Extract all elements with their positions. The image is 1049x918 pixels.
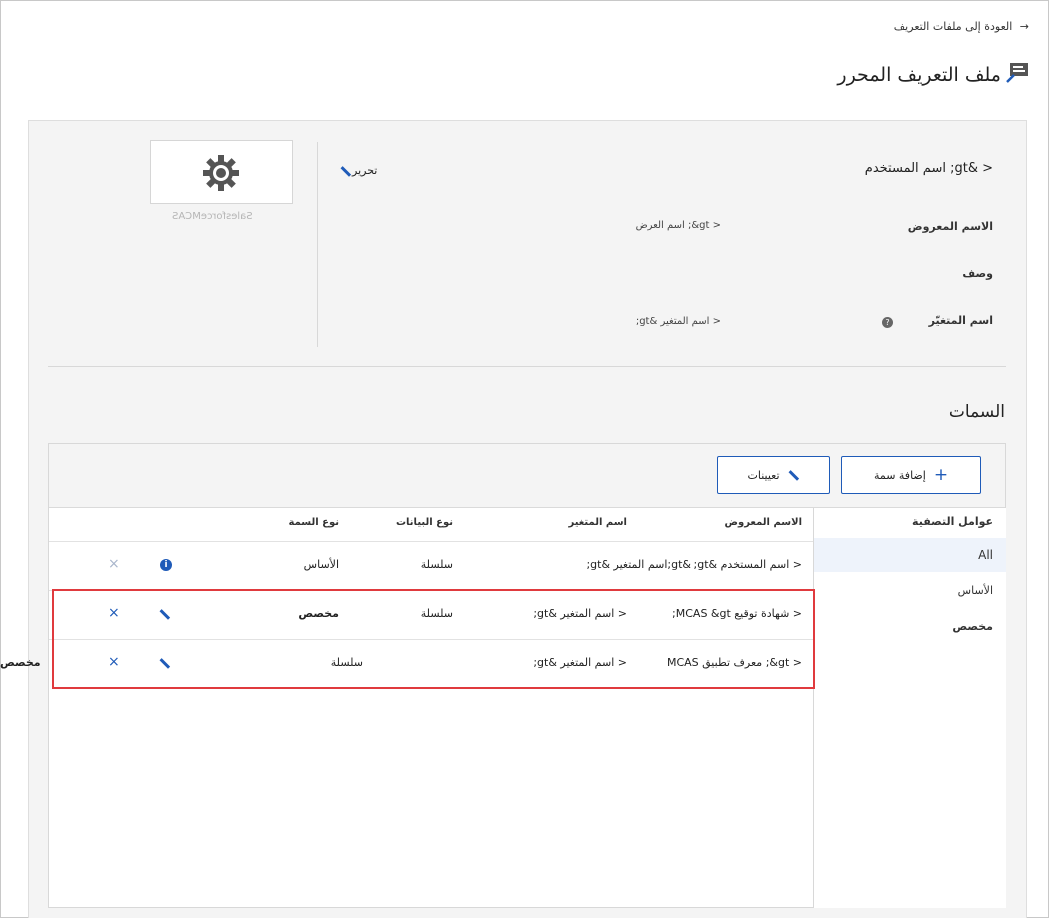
row1-attribute-type: الأساس <box>303 558 339 571</box>
attributes-section-title: السمات <box>948 402 1005 422</box>
page-title: ملف التعريف المحرر <box>837 64 1001 86</box>
custom-rows-highlight <box>52 589 815 689</box>
field-value-display-name: < gt&; اسم العرض <box>635 220 721 231</box>
overflow-label: مخصص <box>0 656 41 669</box>
detail-title: < &gt; اسم المستخدم <box>864 161 993 176</box>
gear-icon <box>203 155 239 191</box>
assignments-button[interactable]: تعيينات <box>717 456 830 494</box>
row1-variable-name: &gt;اسم المتغير &gt; <box>586 558 691 571</box>
filter-item-all[interactable]: All <box>978 548 993 562</box>
filter-item-base[interactable]: الأساس <box>958 584 993 597</box>
app-name-label: SalesforceMCAS <box>172 211 253 222</box>
back-arrow-icon: → <box>1019 20 1029 33</box>
profile-card-icon <box>1006 63 1028 83</box>
field-label-variable-name: اسم المتغيّر <box>928 314 993 327</box>
add-icon: + <box>933 465 949 485</box>
back-link-label: العودة إلى ملفات التعريف <box>893 20 1013 33</box>
add-attribute-label: إضافة سمة <box>873 468 926 482</box>
row-divider <box>49 541 813 542</box>
pencil-icon <box>788 469 799 481</box>
row1-data-type: سلسلة <box>420 558 453 571</box>
row1-delete-icon[interactable]: × <box>108 556 120 572</box>
assignments-label: تعيينات <box>747 468 780 482</box>
horizontal-divider <box>48 366 1006 367</box>
column-header-display-name: الاسم المعروض <box>724 517 802 528</box>
column-header-variable-name: اسم المتغير <box>568 517 627 528</box>
column-header-attribute-type: نوع السمة <box>288 517 339 528</box>
info-icon[interactable]: i <box>160 559 172 571</box>
vertical-divider <box>317 142 318 347</box>
filters-title: عوامل التصفية <box>912 515 993 528</box>
back-to-profiles-link[interactable]: → العودة إلى ملفات التعريف <box>894 20 1029 33</box>
edit-label: تحرير <box>352 164 378 177</box>
field-label-display-name: الاسم المعروض <box>907 220 993 233</box>
help-icon[interactable]: ? <box>882 317 893 328</box>
filter-item-custom[interactable]: مخصص <box>952 620 993 633</box>
row1-display-name: < اسم المستخدم &gt; <box>693 558 802 571</box>
add-attribute-button[interactable]: + إضافة سمة <box>841 456 981 494</box>
field-label-description: وصف <box>962 267 993 280</box>
edit-button[interactable]: تحرير <box>340 164 378 177</box>
field-value-variable-name: < اسم المتغير &gt; <box>635 316 721 327</box>
column-header-data-type: نوع البيانات <box>396 517 453 528</box>
